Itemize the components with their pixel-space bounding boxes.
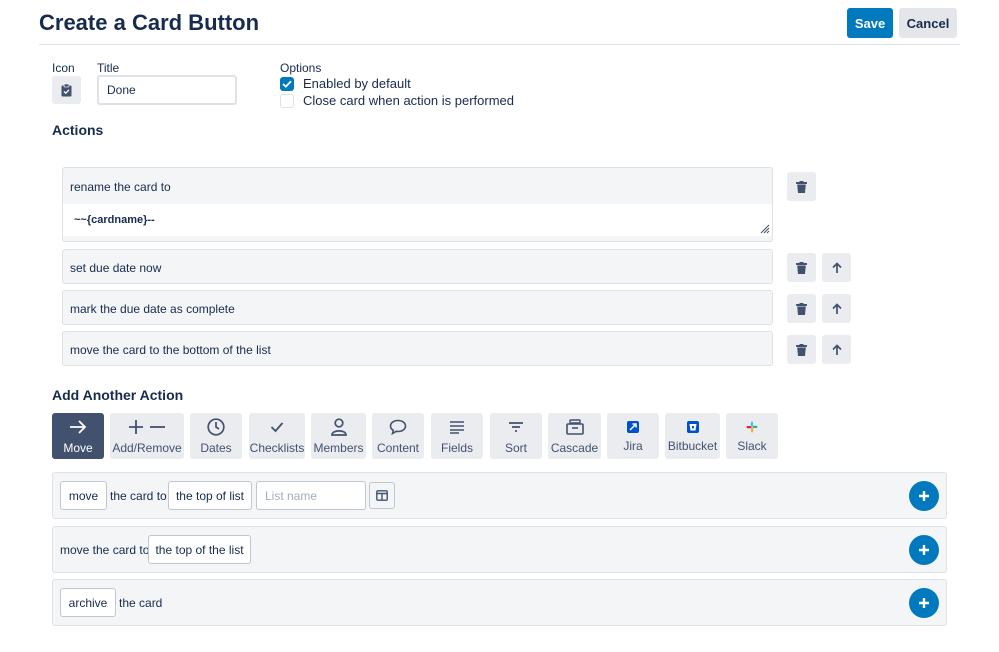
save-button[interactable]: Save: [847, 8, 893, 38]
title-label: Title: [97, 61, 120, 75]
action-move-bottom: move the card to the bottom of the list: [62, 331, 773, 366]
option-close-card[interactable]: Close card when action is performed: [280, 93, 514, 108]
verb-dropdown[interactable]: archive: [60, 588, 116, 617]
trash-icon: [796, 261, 807, 274]
tab-slack[interactable]: Slack: [726, 413, 778, 459]
plus-icon: [919, 491, 929, 501]
jira-logo-icon: [627, 421, 639, 433]
options-label: Options: [280, 61, 322, 75]
icon-picker[interactable]: [52, 76, 81, 104]
add-rule-button[interactable]: [909, 481, 939, 511]
action-rename: rename the card to ~~{cardname}--: [62, 167, 773, 242]
tab-checklists[interactable]: Checklists: [249, 413, 305, 459]
verb-dropdown[interactable]: move: [60, 481, 107, 510]
tab-dates[interactable]: Dates: [190, 413, 242, 459]
action-mark-complete: mark the due date as complete: [62, 290, 773, 325]
trash-icon: [796, 302, 807, 315]
clock-icon: [207, 418, 225, 436]
filter-icon: [509, 422, 523, 432]
rule-move-to-top: move the card to the top of the list: [52, 526, 947, 573]
rule-text: move the card to: [60, 543, 150, 557]
arrow-up-icon: [831, 343, 842, 355]
archive-box-icon: [565, 419, 584, 435]
cancel-button[interactable]: Cancel: [899, 8, 957, 38]
plus-minus-icon: [129, 420, 165, 434]
tab-sort[interactable]: Sort: [490, 413, 542, 459]
arrow-up-icon: [831, 261, 842, 273]
action-text: move the card to the bottom of the list: [70, 343, 271, 357]
list-name-input[interactable]: [256, 481, 366, 510]
add-action-heading: Add Another Action: [52, 387, 184, 403]
checkbox-unchecked[interactable]: [280, 93, 294, 108]
tab-add-remove[interactable]: Add/Remove: [110, 413, 184, 459]
plus-icon: [919, 598, 929, 608]
arrow-up-icon: [831, 302, 842, 314]
delete-action-button[interactable]: [787, 253, 816, 282]
board-icon: [376, 490, 388, 501]
rule-text: the card: [119, 596, 163, 610]
add-rule-button[interactable]: [909, 588, 939, 618]
option-enabled-by-default[interactable]: Enabled by default: [280, 76, 411, 91]
page-header: Create a Card Button Save Cancel: [39, 0, 960, 45]
checkbox-checked[interactable]: [280, 76, 294, 91]
check-icon: [282, 80, 292, 88]
slack-logo-icon: [746, 421, 758, 433]
person-icon: [330, 418, 347, 436]
bitbucket-logo-icon: [686, 421, 699, 433]
resize-handle-icon[interactable]: [760, 224, 770, 234]
tab-fields[interactable]: Fields: [431, 413, 483, 459]
tab-content[interactable]: Content: [372, 413, 424, 459]
title-input[interactable]: [97, 75, 237, 105]
trash-icon: [796, 180, 807, 193]
action-text: set due date now: [70, 261, 162, 275]
tab-members[interactable]: Members: [311, 413, 366, 459]
option-label: Enabled by default: [303, 76, 411, 91]
rule-move-to-list: move the card to the top of list: [52, 472, 947, 519]
option-label: Close card when action is performed: [303, 93, 514, 108]
plus-icon: [919, 545, 929, 555]
rule-text: the card to: [110, 489, 167, 503]
rename-textarea[interactable]: ~~{cardname}--: [63, 203, 772, 236]
tab-cascade[interactable]: Cascade: [548, 413, 601, 459]
actions-heading: Actions: [52, 122, 104, 138]
move-up-button[interactable]: [822, 294, 851, 323]
move-up-button[interactable]: [822, 253, 851, 282]
tab-jira[interactable]: Jira: [607, 413, 659, 459]
icon-label: Icon: [52, 61, 75, 75]
rename-value: ~~{cardname}--: [74, 214, 155, 226]
rule-archive: archive the card: [52, 579, 947, 626]
position-dropdown[interactable]: the top of the list: [148, 535, 251, 564]
action-text: mark the due date as complete: [70, 302, 235, 316]
arrow-right-icon: [70, 420, 87, 434]
list-picker-button[interactable]: [369, 482, 395, 509]
delete-action-button[interactable]: [787, 172, 816, 201]
page-title: Create a Card Button: [39, 10, 260, 35]
clipboard-check-icon: [61, 83, 72, 96]
check-icon: [270, 422, 284, 433]
move-up-button[interactable]: [822, 335, 851, 364]
action-set-due-date: set due date now: [62, 249, 773, 284]
trash-icon: [796, 343, 807, 356]
tab-bitbucket[interactable]: Bitbucket: [665, 413, 720, 459]
position-dropdown[interactable]: the top of list: [168, 481, 252, 510]
delete-action-button[interactable]: [787, 294, 816, 323]
tab-move[interactable]: Move: [52, 413, 104, 459]
delete-action-button[interactable]: [787, 335, 816, 364]
add-rule-button[interactable]: [909, 535, 939, 565]
lines-icon: [450, 421, 464, 434]
action-text: rename the card to: [70, 180, 171, 194]
speech-bubble-icon: [389, 419, 407, 435]
